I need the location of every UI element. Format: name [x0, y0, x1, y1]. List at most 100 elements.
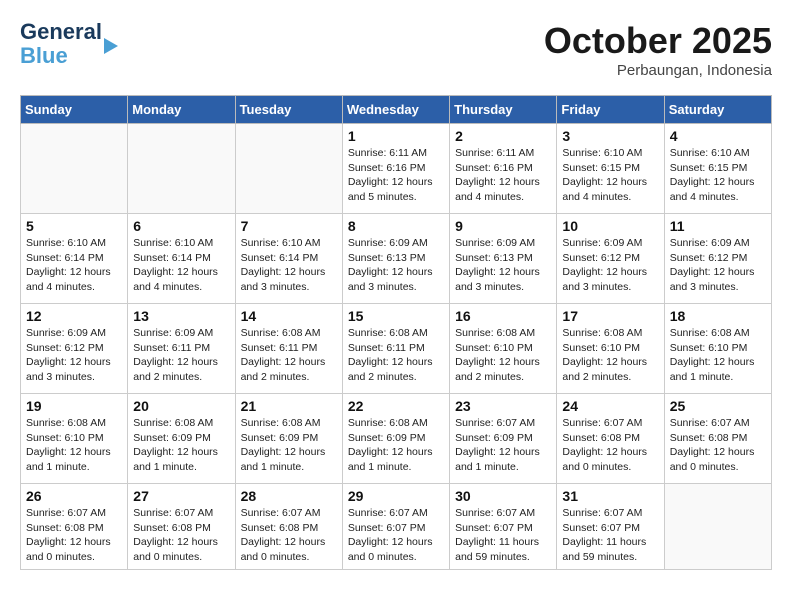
day-info: Sunrise: 6:07 AM Sunset: 6:07 PM Dayligh… — [348, 506, 444, 565]
day-number: 17 — [562, 308, 658, 324]
day-number: 22 — [348, 398, 444, 414]
calendar-cell — [21, 124, 128, 214]
day-info: Sunrise: 6:07 AM Sunset: 6:09 PM Dayligh… — [455, 416, 551, 475]
month-title: October 2025 — [544, 20, 772, 62]
day-header-wednesday: Wednesday — [342, 96, 449, 124]
calendar-cell: 2Sunrise: 6:11 AM Sunset: 6:16 PM Daylig… — [450, 124, 557, 214]
day-info: Sunrise: 6:09 AM Sunset: 6:12 PM Dayligh… — [670, 236, 766, 295]
day-number: 18 — [670, 308, 766, 324]
calendar-cell: 4 Sunrise: 6:10 AM Sunset: 6:15 PM Daylig… — [664, 124, 771, 214]
day-number: 3 — [562, 128, 658, 144]
day-info: Sunrise: 6:11 AM Sunset: 6:16 PM Dayligh… — [348, 146, 444, 205]
calendar-cell: 22 Sunrise: 6:08 AM Sunset: 6:09 PM Dayli… — [342, 394, 449, 484]
day-info: Sunrise: 6:07 AM Sunset: 6:07 PM Dayligh… — [562, 506, 658, 565]
day-header-friday: Friday — [557, 96, 664, 124]
day-number: 25 — [670, 398, 766, 414]
day-info: Sunrise: 6:07 AM Sunset: 6:08 PM Dayligh… — [133, 506, 229, 565]
day-info: Sunrise: 6:07 AM Sunset: 6:08 PM Dayligh… — [670, 416, 766, 475]
calendar-table: SundayMondayTuesdayWednesdayThursdayFrid… — [20, 95, 772, 570]
calendar-cell: 18 Sunrise: 6:08 AM Sunset: 6:10 PM Dayli… — [664, 304, 771, 394]
day-info: Sunrise: 6:07 AM Sunset: 6:07 PM Dayligh… — [455, 506, 551, 565]
calendar-cell: 14 Sunrise: 6:08 AM Sunset: 6:11 PM Dayli… — [235, 304, 342, 394]
day-info: Sunrise: 6:08 AM Sunset: 6:10 PM Dayligh… — [26, 416, 122, 475]
day-info: Sunrise: 6:08 AM Sunset: 6:10 PM Dayligh… — [562, 326, 658, 385]
day-number: 5 — [26, 218, 122, 234]
day-number: 29 — [348, 488, 444, 504]
page-header: GeneralBlue October 2025 Perbaungan, Ind… — [20, 20, 772, 79]
day-number: 14 — [241, 308, 337, 324]
day-info: Sunrise: 6:10 AM Sunset: 6:14 PM Dayligh… — [26, 236, 122, 295]
day-info: Sunrise: 6:09 AM Sunset: 6:12 PM Dayligh… — [562, 236, 658, 295]
day-info: Sunrise: 6:08 AM Sunset: 6:10 PM Dayligh… — [670, 326, 766, 385]
day-info: Sunrise: 6:07 AM Sunset: 6:08 PM Dayligh… — [562, 416, 658, 475]
calendar-cell: 26Sunrise: 6:07 AM Sunset: 6:08 PM Dayli… — [21, 484, 128, 570]
calendar-header-row: SundayMondayTuesdayWednesdayThursdayFrid… — [21, 96, 772, 124]
calendar-cell: 11Sunrise: 6:09 AM Sunset: 6:12 PM Dayli… — [664, 214, 771, 304]
calendar-cell — [128, 124, 235, 214]
day-number: 19 — [26, 398, 122, 414]
day-info: Sunrise: 6:10 AM Sunset: 6:15 PM Dayligh… — [670, 146, 766, 205]
calendar-cell: 1 Sunrise: 6:11 AM Sunset: 6:16 PM Daylig… — [342, 124, 449, 214]
day-number: 28 — [241, 488, 337, 504]
calendar-cell: 20 Sunrise: 6:08 AM Sunset: 6:09 PM Dayli… — [128, 394, 235, 484]
day-info: Sunrise: 6:09 AM Sunset: 6:11 PM Dayligh… — [133, 326, 229, 385]
day-number: 2 — [455, 128, 551, 144]
day-number: 1 — [348, 128, 444, 144]
calendar-cell: 16Sunrise: 6:08 AM Sunset: 6:10 PM Dayli… — [450, 304, 557, 394]
day-header-thursday: Thursday — [450, 96, 557, 124]
day-info: Sunrise: 6:08 AM Sunset: 6:09 PM Dayligh… — [348, 416, 444, 475]
calendar-cell: 13Sunrise: 6:09 AM Sunset: 6:11 PM Dayli… — [128, 304, 235, 394]
day-header-sunday: Sunday — [21, 96, 128, 124]
day-info: Sunrise: 6:08 AM Sunset: 6:11 PM Dayligh… — [348, 326, 444, 385]
day-number: 4 — [670, 128, 766, 144]
calendar-cell: 24 Sunrise: 6:07 AM Sunset: 6:08 PM Dayli… — [557, 394, 664, 484]
day-number: 15 — [348, 308, 444, 324]
calendar-cell: 23 Sunrise: 6:07 AM Sunset: 6:09 PM Dayli… — [450, 394, 557, 484]
calendar-cell: 17 Sunrise: 6:08 AM Sunset: 6:10 PM Dayli… — [557, 304, 664, 394]
day-info: Sunrise: 6:09 AM Sunset: 6:12 PM Dayligh… — [26, 326, 122, 385]
calendar-cell: 25 Sunrise: 6:07 AM Sunset: 6:08 PM Dayli… — [664, 394, 771, 484]
day-number: 12 — [26, 308, 122, 324]
day-header-saturday: Saturday — [664, 96, 771, 124]
calendar-cell: 31 Sunrise: 6:07 AM Sunset: 6:07 PM Dayli… — [557, 484, 664, 570]
day-info: Sunrise: 6:10 AM Sunset: 6:14 PM Dayligh… — [133, 236, 229, 295]
day-number: 7 — [241, 218, 337, 234]
day-number: 23 — [455, 398, 551, 414]
day-info: Sunrise: 6:10 AM Sunset: 6:15 PM Dayligh… — [562, 146, 658, 205]
day-number: 27 — [133, 488, 229, 504]
calendar-cell: 8Sunrise: 6:09 AM Sunset: 6:13 PM Daylig… — [342, 214, 449, 304]
day-number: 16 — [455, 308, 551, 324]
day-info: Sunrise: 6:08 AM Sunset: 6:09 PM Dayligh… — [133, 416, 229, 475]
calendar-cell: 28 Sunrise: 6:07 AM Sunset: 6:08 PM Dayli… — [235, 484, 342, 570]
calendar-cell: 10Sunrise: 6:09 AM Sunset: 6:12 PM Dayli… — [557, 214, 664, 304]
calendar-cell: 5 Sunrise: 6:10 AM Sunset: 6:14 PM Daylig… — [21, 214, 128, 304]
calendar-cell: 7Sunrise: 6:10 AM Sunset: 6:14 PM Daylig… — [235, 214, 342, 304]
logo: GeneralBlue — [20, 20, 118, 68]
day-info: Sunrise: 6:07 AM Sunset: 6:08 PM Dayligh… — [241, 506, 337, 565]
day-number: 6 — [133, 218, 229, 234]
calendar-week-5: 26Sunrise: 6:07 AM Sunset: 6:08 PM Dayli… — [21, 484, 772, 570]
calendar-week-4: 19 Sunrise: 6:08 AM Sunset: 6:10 PM Dayli… — [21, 394, 772, 484]
day-header-tuesday: Tuesday — [235, 96, 342, 124]
day-number: 24 — [562, 398, 658, 414]
calendar-cell — [235, 124, 342, 214]
day-number: 20 — [133, 398, 229, 414]
calendar-cell — [664, 484, 771, 570]
day-number: 21 — [241, 398, 337, 414]
calendar-cell: 6 Sunrise: 6:10 AM Sunset: 6:14 PM Daylig… — [128, 214, 235, 304]
day-number: 8 — [348, 218, 444, 234]
logo-text: GeneralBlue — [20, 20, 102, 68]
day-info: Sunrise: 6:08 AM Sunset: 6:11 PM Dayligh… — [241, 326, 337, 385]
location: Perbaungan, Indonesia — [544, 62, 772, 79]
calendar-cell: 29 Sunrise: 6:07 AM Sunset: 6:07 PM Dayli… — [342, 484, 449, 570]
day-info: Sunrise: 6:07 AM Sunset: 6:08 PM Dayligh… — [26, 506, 122, 565]
day-number: 30 — [455, 488, 551, 504]
calendar-week-1: 1 Sunrise: 6:11 AM Sunset: 6:16 PM Daylig… — [21, 124, 772, 214]
calendar-cell: 9Sunrise: 6:09 AM Sunset: 6:13 PM Daylig… — [450, 214, 557, 304]
day-header-monday: Monday — [128, 96, 235, 124]
calendar-cell: 30 Sunrise: 6:07 AM Sunset: 6:07 PM Dayli… — [450, 484, 557, 570]
day-info: Sunrise: 6:09 AM Sunset: 6:13 PM Dayligh… — [455, 236, 551, 295]
calendar-week-2: 5 Sunrise: 6:10 AM Sunset: 6:14 PM Daylig… — [21, 214, 772, 304]
day-number: 31 — [562, 488, 658, 504]
calendar-week-3: 12 Sunrise: 6:09 AM Sunset: 6:12 PM Dayli… — [21, 304, 772, 394]
